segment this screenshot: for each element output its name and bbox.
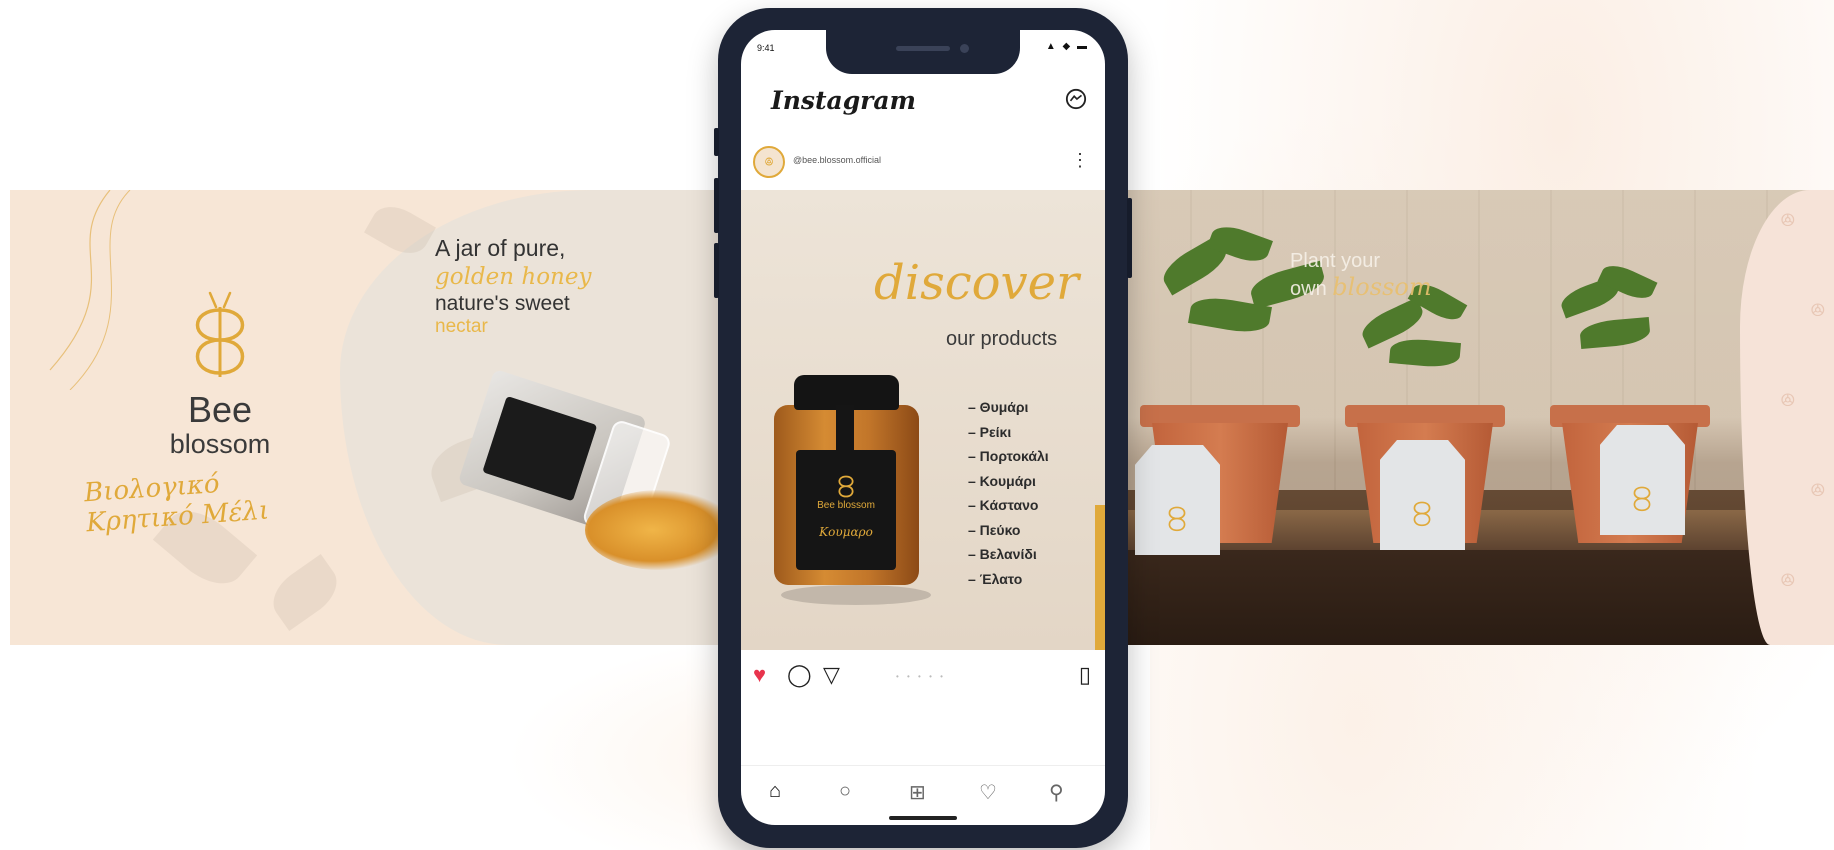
- phone-power-button: [1127, 198, 1132, 278]
- instagram-logo[interactable]: Instagram: [771, 86, 916, 115]
- brand-script-text: Βιολογικό Κρητικό Μέλι: [83, 468, 271, 539]
- headline-plain: own: [1290, 278, 1327, 300]
- phone-volume-down: [714, 243, 719, 298]
- pattern-mark: ꔮ: [1780, 210, 1796, 232]
- profile-icon[interactable]: ⚲: [1049, 780, 1064, 805]
- gift-tag: [1135, 445, 1220, 555]
- pattern-mark: ꔮ: [1780, 390, 1796, 412]
- jar-brand: Bee blossom: [817, 500, 875, 511]
- product-item: – Κουμάρι: [968, 472, 1036, 489]
- status-time: 9:41: [757, 43, 775, 53]
- product-item: – Θυμάρι: [968, 399, 1029, 415]
- product-list: – Θυμάρι – Ρείκι – Πορτοκάλι – Κουμάρι –…: [968, 395, 1049, 591]
- profile-avatar[interactable]: ꔮ: [753, 146, 785, 178]
- leaf-decor: [263, 553, 347, 632]
- right-banner-headline: Plant your own blossom: [1290, 250, 1432, 301]
- tagline-script: golden honey: [435, 264, 592, 290]
- pattern-mark: ꔮ: [1780, 570, 1796, 592]
- tagline-line: A jar of pure,: [435, 235, 566, 261]
- post-username[interactable]: @bee.blossom.official: [793, 155, 881, 165]
- bee-logo-icon: [195, 291, 245, 377]
- activity-heart-icon[interactable]: ♡: [979, 780, 997, 805]
- status-icons: ▲ ◆ ▬: [1045, 41, 1089, 52]
- phone-mockup: 9:41 ▲ ◆ ▬ Instagram ꔮ @bee.blossom.offi…: [714, 8, 1132, 848]
- bee-logo-icon: [838, 475, 854, 498]
- tagline-line: nature's sweet: [435, 292, 570, 315]
- gift-tag: [1600, 425, 1685, 535]
- product-item: – Πεύκο: [968, 521, 1021, 538]
- messenger-icon[interactable]: [1065, 88, 1087, 116]
- headline-line: Plant your: [1290, 250, 1381, 272]
- post-image[interactable]: discover our products – Θυμάρι – Ρείκι –…: [741, 190, 1105, 650]
- honey-jar-image: Bee blossom Κουμαρο: [774, 375, 919, 590]
- bookmark-icon[interactable]: ▯: [1079, 662, 1091, 688]
- tagline-accent: nectar: [435, 316, 488, 337]
- brand-subname: blossom: [169, 429, 271, 459]
- honey-puddle-image: [585, 490, 730, 570]
- home-icon[interactable]: ⌂: [769, 780, 781, 803]
- product-item: – Πορτοκάλι: [968, 448, 1049, 464]
- phone-notch: [826, 30, 1020, 74]
- brand-name: Bee: [187, 389, 253, 430]
- discover-headline: discover: [874, 255, 1079, 311]
- share-icon[interactable]: ▽: [823, 662, 840, 688]
- headline-script: blossom: [1332, 273, 1432, 301]
- phone-volume-up: [714, 178, 719, 233]
- post-header: ꔮ @bee.blossom.official ⋮: [741, 142, 1105, 182]
- more-options-icon[interactable]: ⋮: [1071, 150, 1089, 171]
- right-banner: Plant your own blossom ꔮ ꔮ ꔮ ꔮ ꔮ: [1120, 190, 1834, 645]
- jar-variety: Κουμαρο: [819, 525, 873, 539]
- comment-icon[interactable]: ◯: [787, 662, 812, 688]
- phone-mute-button: [714, 128, 719, 156]
- product-item: – Ρείκι: [968, 423, 1012, 440]
- add-post-icon[interactable]: ⊞: [909, 780, 926, 805]
- phone-screen: 9:41 ▲ ◆ ▬ Instagram ꔮ @bee.blossom.offi…: [741, 30, 1105, 825]
- pattern-mark: ꔮ: [1810, 300, 1826, 322]
- left-banner: Bee blossom Βιολογικό Κρητικό Μέλι A jar…: [10, 190, 730, 645]
- carousel-dots: • • • • •: [896, 672, 946, 681]
- like-heart-icon[interactable]: ♥: [753, 662, 766, 688]
- product-item: – Έλατο: [968, 570, 1023, 587]
- instagram-header: Instagram: [741, 80, 1105, 128]
- gift-tag: [1380, 440, 1465, 550]
- post-actions: ♥ ◯ ▽ • • • • • ▯: [741, 658, 1105, 694]
- product-item: – Κάστανο: [968, 497, 1039, 513]
- gold-accent-bar: [1095, 505, 1105, 650]
- shelf-shadow: [1120, 550, 1834, 645]
- home-indicator[interactable]: [889, 816, 957, 820]
- products-subheadline: our products: [946, 328, 1058, 350]
- search-icon[interactable]: ○: [839, 780, 851, 803]
- tagline: A jar of pure, golden honey nature's swe…: [435, 235, 665, 338]
- brand-logo: Bee blossom: [110, 285, 330, 459]
- pattern-mark: ꔮ: [1810, 480, 1826, 502]
- product-item: – Βελανίδι: [968, 546, 1037, 562]
- headline-line: own blossom: [1290, 273, 1432, 301]
